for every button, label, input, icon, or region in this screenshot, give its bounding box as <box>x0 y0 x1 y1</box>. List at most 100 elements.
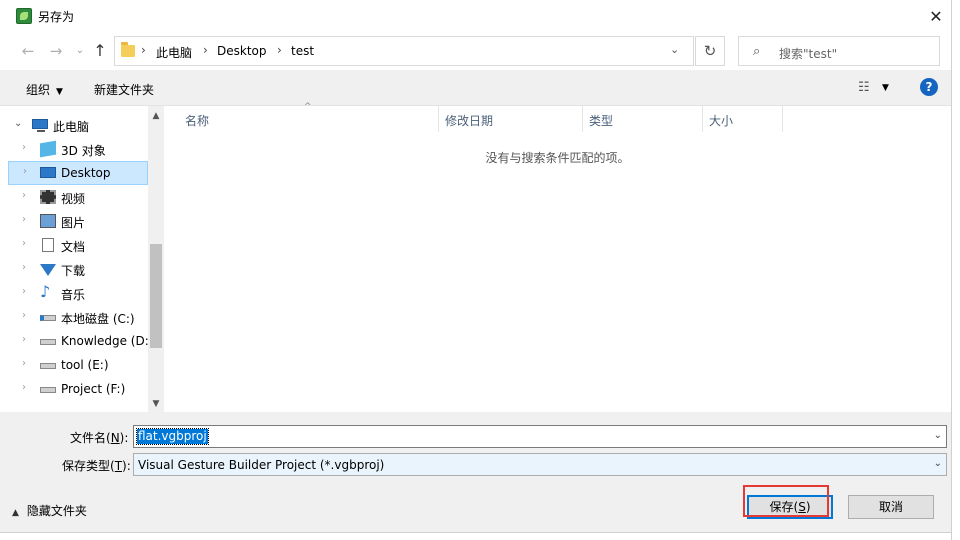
save-button[interactable]: 保存(S) <box>747 495 833 519</box>
command-bar: 组织 ▼ 新建文件夹 ☷ ▼ ? <box>0 70 951 106</box>
collapsed-chevron-icon[interactable]: › <box>22 334 26 345</box>
navigation-scrollbar[interactable]: ▲ ▼ <box>148 106 164 412</box>
file-list[interactable]: ^ 名称 修改日期 类型 大小 没有与搜索条件匹配的项。 <box>164 102 951 412</box>
cancel-button[interactable]: 取消 <box>848 495 934 519</box>
tree-item-label: 此电脑 <box>53 120 90 134</box>
collapsed-chevron-icon[interactable]: › <box>22 238 26 249</box>
music-icon: ♪ <box>40 282 51 301</box>
app-icon <box>16 8 32 24</box>
tree-item-label: 视频 <box>61 192 86 206</box>
refresh-icon[interactable]: ↻ <box>695 36 725 66</box>
column-header-type[interactable]: 类型 <box>583 106 703 132</box>
tree-item-desktop[interactable]: › Desktop <box>8 161 148 185</box>
tree-item-drive-d[interactable]: › Knowledge (D: <box>8 329 148 353</box>
tree-item-downloads[interactable]: › 下载 <box>8 257 148 281</box>
column-label: 类型 <box>589 114 614 128</box>
breadcrumb-separator-icon[interactable]: › <box>277 43 282 57</box>
scroll-up-icon[interactable]: ▲ <box>148 108 164 124</box>
video-icon <box>40 190 56 204</box>
drive-icon <box>40 339 56 345</box>
filename-label: 文件名(N): <box>70 431 129 445</box>
tree-item-drive-f[interactable]: › Project (F:) <box>8 377 148 401</box>
tree-item-label: Desktop <box>61 166 111 180</box>
address-bar-row: ← → ⌄ ↑ › 此电脑 › Desktop › test ⌄ ↻ ⌕ 搜索"… <box>0 32 951 70</box>
save-as-dialog: 另存为 ✕ ← → ⌄ ↑ › 此电脑 › Desktop › test ⌄ ↻… <box>0 0 960 540</box>
collapsed-chevron-icon[interactable]: › <box>22 214 26 225</box>
collapsed-chevron-icon[interactable]: › <box>23 166 27 177</box>
column-header-size[interactable]: 大小 <box>703 106 783 132</box>
filetype-select[interactable]: Visual Gesture Builder Project (*.vgbpro… <box>133 453 947 476</box>
scrollbar-thumb[interactable] <box>150 244 162 348</box>
expanded-chevron-icon[interactable]: ⌄ <box>14 118 22 129</box>
tree-item-documents[interactable]: › 文档 <box>8 233 148 257</box>
dialog-title: 另存为 <box>38 10 75 24</box>
up-arrow-icon[interactable]: ↑ <box>90 41 110 61</box>
organize-menu[interactable]: 组织 ▼ <box>26 81 63 98</box>
close-button[interactable]: ✕ <box>920 4 952 28</box>
3d-objects-icon <box>40 140 56 158</box>
recent-locations-chevron-icon[interactable]: ⌄ <box>70 41 90 61</box>
search-input[interactable]: ⌕ 搜索"test" <box>738 36 940 66</box>
column-header-name[interactable]: ^ 名称 <box>164 102 439 132</box>
column-label: 名称 <box>185 114 210 128</box>
tree-item-this-pc[interactable]: ⌄ 此电脑 <box>8 113 148 137</box>
tree-item-drive-c[interactable]: › 本地磁盘 (C:) <box>8 305 148 329</box>
collapsed-chevron-icon[interactable]: › <box>22 310 26 321</box>
tree-item-3d-objects[interactable]: › 3D 对象 <box>8 137 148 161</box>
filename-value[interactable]: flat.vgbproj <box>136 428 209 445</box>
tree-item-label: Knowledge (D: <box>61 334 148 348</box>
breadcrumb-test[interactable]: test <box>291 44 314 58</box>
forward-arrow-icon[interactable]: → <box>46 41 66 61</box>
drive-c-icon <box>40 315 56 321</box>
tree-item-label: tool (E:) <box>61 358 109 372</box>
address-dropdown-chevron-icon[interactable]: ⌄ <box>670 43 679 56</box>
tree-item-label: 文档 <box>61 240 86 254</box>
filetype-label: 保存类型(T): <box>62 459 131 473</box>
filename-field[interactable]: flat.vgbproj ⌄ <box>133 425 947 448</box>
hide-folders-label: 隐藏文件夹 <box>26 504 87 518</box>
new-folder-button[interactable]: 新建文件夹 <box>94 81 154 98</box>
folder-icon <box>121 42 135 57</box>
filetype-dropdown-chevron-icon[interactable]: ⌄ <box>934 458 942 469</box>
tree-item-pictures[interactable]: › 图片 <box>8 209 148 233</box>
collapsed-chevron-icon[interactable]: › <box>22 358 26 369</box>
breadcrumb-this-pc[interactable]: 此电脑 <box>156 44 192 61</box>
organize-label: 组织 <box>26 83 51 97</box>
empty-message: 没有与搜索条件匹配的项。 <box>485 151 630 165</box>
downloads-icon <box>40 264 56 276</box>
view-options-icon[interactable]: ☷ <box>858 80 870 95</box>
filetype-value: Visual Gesture Builder Project (*.vgbpro… <box>138 458 385 472</box>
desktop-icon <box>40 167 56 178</box>
scroll-down-icon[interactable]: ▼ <box>148 396 164 412</box>
column-header-date[interactable]: 修改日期 <box>439 106 583 132</box>
help-icon[interactable]: ? <box>920 78 938 96</box>
save-form: 文件名(N): flat.vgbproj ⌄ 保存类型(T): Visual G… <box>0 412 951 540</box>
title-bar: 另存为 ✕ <box>0 0 951 32</box>
breadcrumb-separator-icon[interactable]: › <box>141 43 146 57</box>
collapsed-chevron-icon[interactable]: › <box>22 286 26 297</box>
collapse-chevron-icon: ▲ <box>12 508 19 518</box>
back-arrow-icon[interactable]: ← <box>18 41 38 61</box>
tree-item-videos[interactable]: › 视频 <box>8 185 148 209</box>
search-placeholder: 搜索"test" <box>779 47 838 61</box>
navigation-pane[interactable]: ⌄ 此电脑 › 3D 对象 › Desktop › 视频 › 图片 › 文档 ›… <box>8 106 148 412</box>
column-label: 修改日期 <box>445 114 494 128</box>
view-caret-down-icon[interactable]: ▼ <box>882 83 889 93</box>
collapsed-chevron-icon[interactable]: › <box>22 142 26 153</box>
address-box[interactable]: › 此电脑 › Desktop › test ⌄ <box>114 36 694 66</box>
breadcrumb-separator-icon[interactable]: › <box>203 43 208 57</box>
collapsed-chevron-icon[interactable]: › <box>22 262 26 273</box>
filename-dropdown-chevron-icon[interactable]: ⌄ <box>934 430 942 441</box>
sort-ascending-icon: ^ <box>304 102 312 112</box>
pictures-icon <box>40 214 56 228</box>
tree-item-label: 音乐 <box>61 288 86 302</box>
column-label: 大小 <box>709 114 734 128</box>
hide-folders-toggle[interactable]: ▲ 隐藏文件夹 <box>12 502 87 519</box>
tree-item-music[interactable]: › ♪ 音乐 <box>8 281 148 305</box>
documents-icon <box>42 238 54 252</box>
collapsed-chevron-icon[interactable]: › <box>22 190 26 201</box>
breadcrumb-desktop[interactable]: Desktop <box>217 44 267 58</box>
drive-icon <box>40 387 56 393</box>
collapsed-chevron-icon[interactable]: › <box>22 382 26 393</box>
tree-item-drive-e[interactable]: › tool (E:) <box>8 353 148 377</box>
